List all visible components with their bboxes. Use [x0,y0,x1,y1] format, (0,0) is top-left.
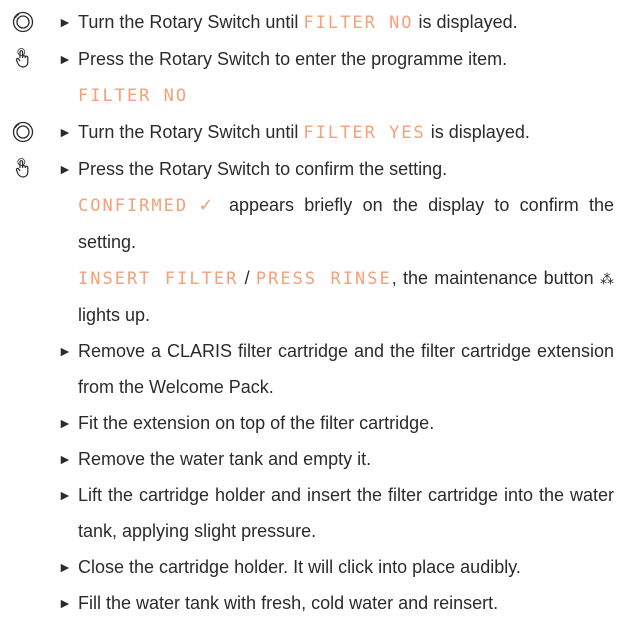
bullet-text: Fill the water tank with fresh, cold wat… [78,593,499,613]
arrow-icon: ► [58,124,72,140]
step-turn-filter-yes: ► Turn the Rotary Switch until FILTER YE… [12,114,614,151]
step-text: Press the Rotary Switch to confirm the s… [78,159,448,179]
bullet-text: Close the cartridge holder. It will clic… [78,557,521,577]
display-text: FILTER NO [78,86,189,106]
rotary-turn-icon [12,121,34,143]
maintenance-icon: ⁂ [599,271,614,287]
note-text: , the maintenance button [391,268,600,288]
bullet-item: ► Lift the cartridge holder and insert t… [58,477,614,549]
insert-filter-note: INSERT FILTER / PRESS RINSE, the mainten… [78,260,614,333]
bullet-item: ► Fit the extension on top of the filter… [58,405,614,441]
display-text: INSERT FILTER [78,269,239,289]
bullet-text: Lift the cartridge holder and insert the… [78,485,614,541]
step-text: Turn the Rotary Switch until [78,122,304,142]
bullet-item: ► Fill the water tank with fresh, cold w… [58,585,614,621]
note-text: lights up. [78,305,151,325]
arrow-icon: ► [58,487,72,503]
step-press-confirm: ► Press the Rotary Switch to confirm the… [15,151,614,187]
display-text: FILTER NO [303,13,414,33]
separator: / [238,268,256,288]
step-text: is displayed. [413,12,518,32]
step-text: Press the Rotary Switch to enter the pro… [78,49,508,69]
arrow-icon: ► [58,595,72,611]
bullet-text: Remove the water tank and empty it. [78,449,372,469]
confirmed-note: CONFIRMED ✓ appears briefly on the displ… [78,187,614,260]
rotary-press-icon [12,48,34,70]
bullet-text: Remove a CLARIS filter cartridge and the… [78,341,614,397]
rotary-press-icon [12,158,34,180]
arrow-icon: ► [58,14,72,30]
step-press-enter: ► Press the Rotary Switch to enter the p… [15,41,614,77]
arrow-icon: ► [58,161,72,177]
arrow-icon: ► [58,559,72,575]
step-text: is displayed. [425,122,530,142]
instruction-page: ► Turn the Rotary Switch until FILTER NO… [0,0,630,613]
step-text: Turn the Rotary Switch until [78,12,304,32]
step-turn-filter-no: ► Turn the Rotary Switch until FILTER NO… [12,4,614,41]
arrow-icon: ► [58,415,72,431]
arrow-icon: ► [58,51,72,67]
rotary-turn-icon [12,11,34,33]
arrow-icon: ► [58,343,72,359]
arrow-icon: ► [58,451,72,467]
bullet-item: ► Remove the water tank and empty it. [58,441,614,477]
display-text: CONFIRMED [78,196,189,216]
bullet-text: Fit the extension on top of the filter c… [78,413,435,433]
bullet-item: ► Close the cartridge holder. It will cl… [58,549,614,585]
bullet-item: ► Remove a CLARIS filter cartridge and t… [58,333,614,405]
display-line: FILTER NO [78,77,614,114]
display-text: PRESS RINSE [255,269,392,289]
display-text: FILTER YES [303,123,426,143]
check-icon: ✓ [198,195,219,215]
